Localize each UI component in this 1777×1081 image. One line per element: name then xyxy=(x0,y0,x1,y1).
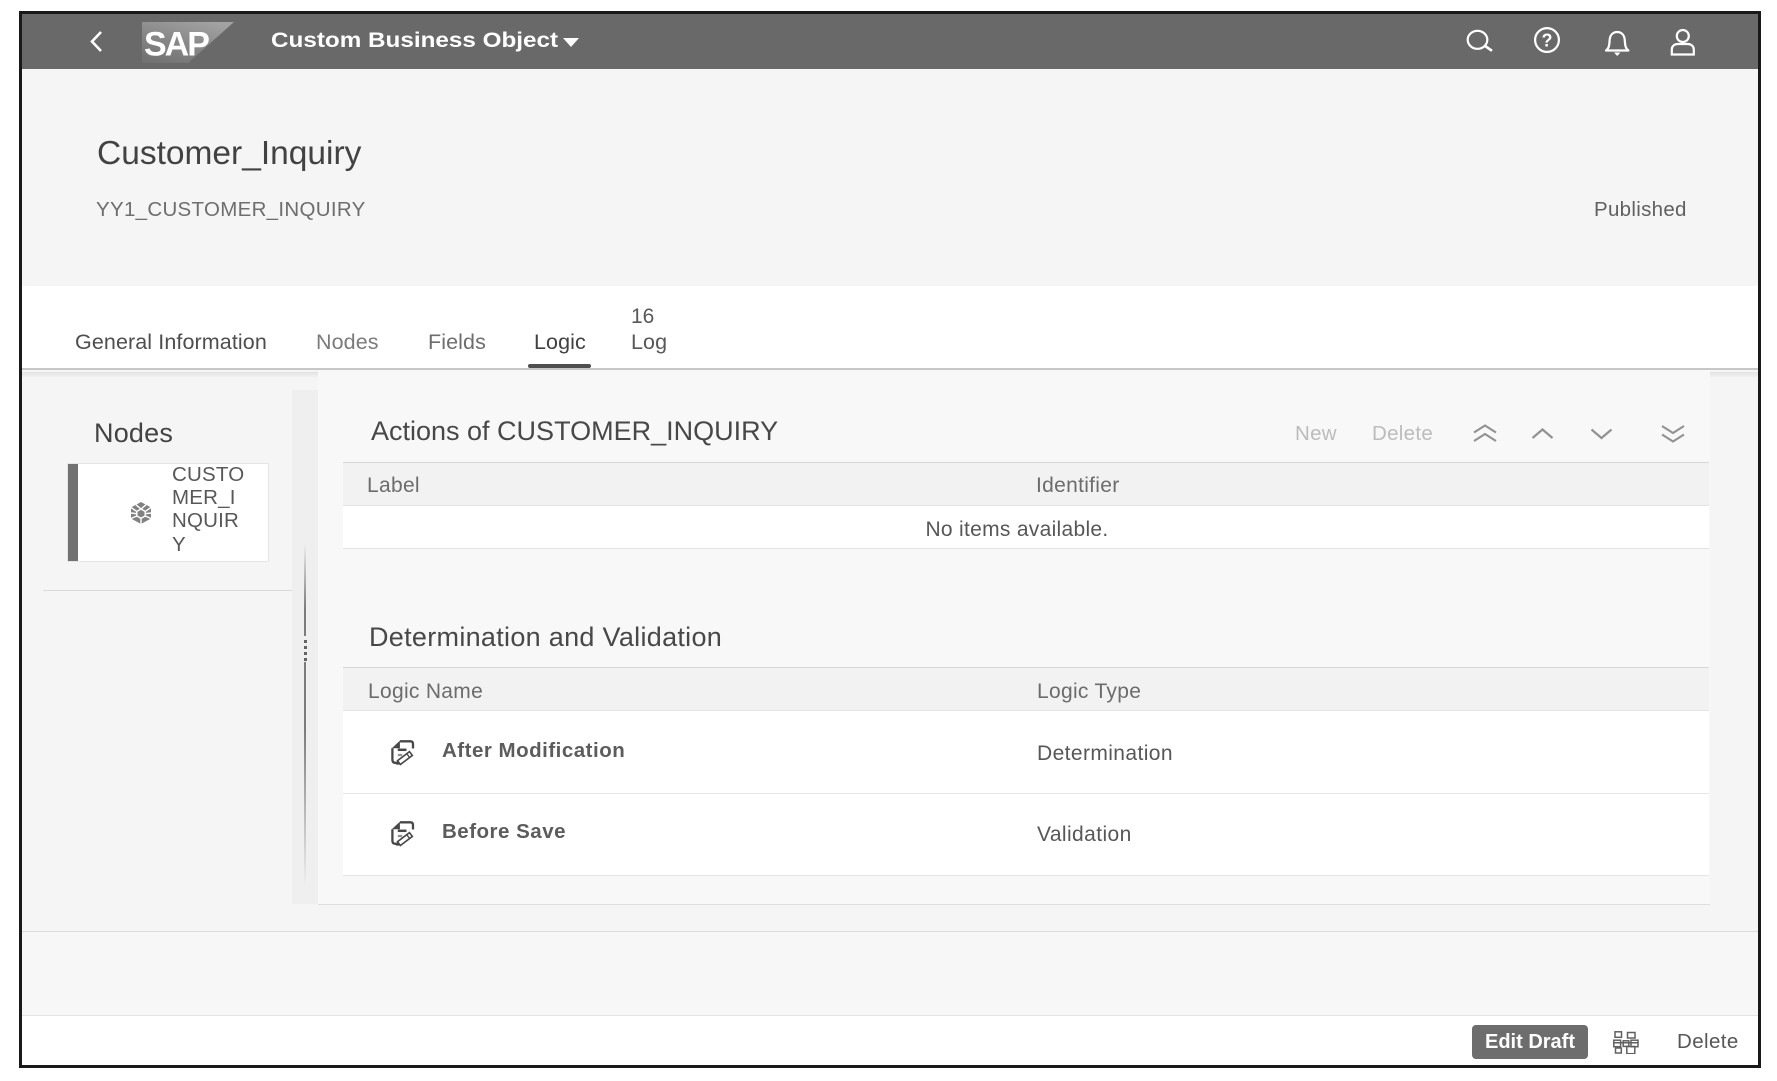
svg-text:?: ? xyxy=(1542,31,1553,51)
svg-text:SAP: SAP xyxy=(144,26,209,64)
